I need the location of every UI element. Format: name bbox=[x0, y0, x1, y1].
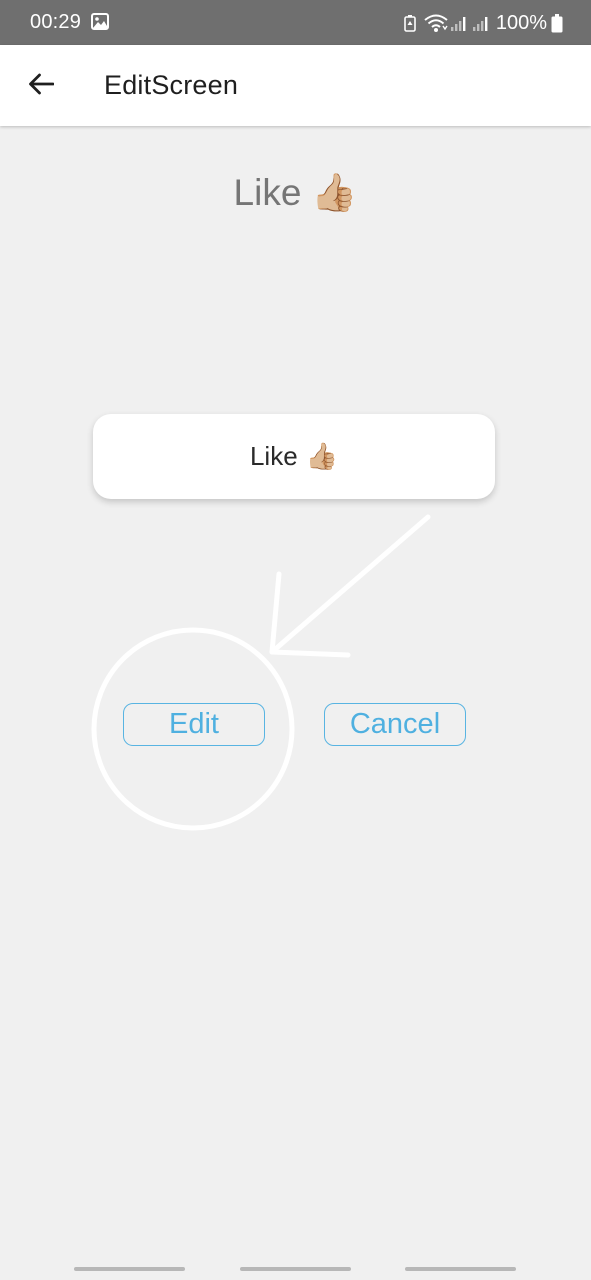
reaction-title-text: Like bbox=[233, 172, 302, 213]
annotation-arrow-shaft bbox=[269, 514, 431, 655]
battery-icon bbox=[551, 13, 563, 33]
thumbs-up-icon: 👍🏼 bbox=[311, 172, 358, 213]
edit-button[interactable]: Edit bbox=[123, 703, 265, 746]
nav-gesture-right[interactable] bbox=[405, 1267, 516, 1271]
wifi-icon bbox=[424, 14, 448, 33]
battery-saver-icon bbox=[404, 14, 416, 32]
status-time: 00:29 bbox=[30, 11, 82, 33]
arrow-left-icon bbox=[28, 73, 55, 100]
status-icons: 100% bbox=[404, 11, 563, 35]
page-title: EditScreen bbox=[104, 70, 239, 100]
cell-signal-icon bbox=[472, 15, 490, 32]
nav-gesture-left[interactable] bbox=[74, 1267, 185, 1271]
cell-signal-icon bbox=[450, 15, 468, 32]
reaction-title: Like 👍🏼 bbox=[0, 172, 591, 215]
thumbs-up-icon: 👍🏼 bbox=[305, 441, 339, 471]
gallery-icon bbox=[91, 13, 109, 30]
status-bar: 00:29 100% bbox=[0, 0, 591, 45]
nav-gesture-center[interactable] bbox=[240, 1267, 351, 1271]
battery-percent: 100% bbox=[495, 11, 547, 34]
back-button[interactable] bbox=[20, 65, 62, 107]
cancel-button[interactable]: Cancel bbox=[324, 703, 466, 746]
annotation-arrow-head bbox=[269, 571, 351, 658]
reaction-card-text: Like bbox=[249, 441, 298, 471]
app-bar: EditScreen bbox=[0, 45, 591, 126]
reaction-card[interactable]: Like 👍🏼 bbox=[93, 414, 495, 499]
